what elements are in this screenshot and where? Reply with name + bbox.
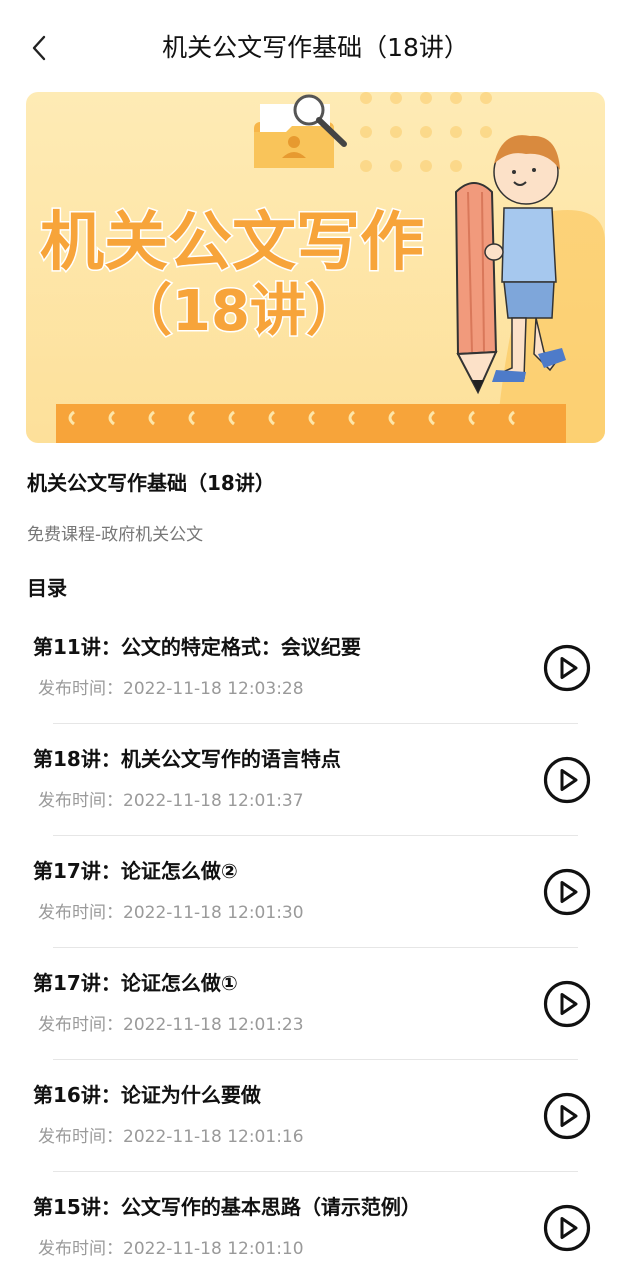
play-circle-icon[interactable]	[543, 644, 591, 692]
play-circle-icon[interactable]	[543, 1092, 591, 1140]
course-title: 机关公文写作基础（18讲）	[27, 471, 275, 495]
lesson-publish-time: 发布时间：2022-11-18 12:01:37	[38, 791, 304, 811]
lesson-list: 第11讲：公文的特定格式：会议纪要 发布时间：2022-11-18 12:03:…	[0, 612, 631, 1280]
play-circle-icon[interactable]	[543, 980, 591, 1028]
lesson-publish-time: 发布时间：2022-11-18 12:01:23	[38, 1015, 304, 1035]
catalog-heading: 目录	[27, 576, 67, 600]
course-category: 免费课程-政府机关公文	[27, 525, 204, 545]
page-title: 机关公文写作基础（18讲）	[162, 33, 469, 62]
lesson-item[interactable]: 第17讲：论证怎么做② 发布时间：2022-11-18 12:01:30	[0, 836, 631, 948]
lesson-publish-time: 发布时间：2022-11-18 12:01:16	[38, 1127, 304, 1147]
play-circle-icon[interactable]	[543, 756, 591, 804]
banner-line1: 机关公文写作	[40, 206, 424, 280]
banner-line2: （18讲）	[116, 279, 362, 344]
lesson-title: 第15讲：公文写作的基本思路（请示范例）	[33, 1195, 421, 1219]
lesson-publish-time: 发布时间：2022-11-18 12:01:30	[38, 903, 304, 923]
ruler-strip	[56, 404, 566, 443]
lesson-item[interactable]: 第11讲：公文的特定格式：会议纪要 发布时间：2022-11-18 12:03:…	[0, 612, 631, 724]
course-banner: 机关公文写作 （18讲）	[26, 92, 605, 443]
play-circle-icon[interactable]	[543, 868, 591, 916]
lesson-publish-time: 发布时间：2022-11-18 12:03:28	[38, 679, 304, 699]
lesson-publish-time: 发布时间：2022-11-18 12:01:10	[38, 1239, 304, 1259]
play-circle-icon[interactable]	[543, 1204, 591, 1252]
lesson-title: 第16讲：论证为什么要做	[33, 1083, 261, 1107]
lesson-title: 第17讲：论证怎么做①	[33, 971, 238, 995]
lesson-title: 第18讲：机关公文写作的语言特点	[33, 747, 341, 771]
lesson-item[interactable]: 第18讲：机关公文写作的语言特点 发布时间：2022-11-18 12:01:3…	[0, 724, 631, 836]
top-bar: 机关公文写作基础（18讲）	[0, 0, 631, 96]
lesson-title: 第11讲：公文的特定格式：会议纪要	[33, 635, 361, 659]
lesson-title: 第17讲：论证怎么做②	[33, 859, 238, 883]
lesson-item[interactable]: 第15讲：公文写作的基本思路（请示范例） 发布时间：2022-11-18 12:…	[0, 1172, 631, 1280]
lesson-item[interactable]: 第16讲：论证为什么要做 发布时间：2022-11-18 12:01:16	[0, 1060, 631, 1172]
lesson-item[interactable]: 第17讲：论证怎么做① 发布时间：2022-11-18 12:01:23	[0, 948, 631, 1060]
course-banner-illustration: 机关公文写作 （18讲）	[26, 92, 605, 443]
